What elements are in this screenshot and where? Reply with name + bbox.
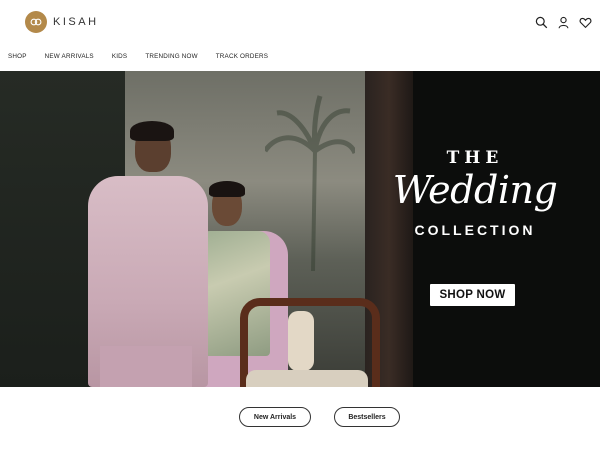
search-icon[interactable] bbox=[534, 15, 548, 29]
chair-splat bbox=[288, 311, 314, 371]
model-one-trousers bbox=[100, 346, 192, 387]
nav-item-trending-now[interactable]: TRENDING NOW bbox=[145, 50, 197, 64]
kisah-logo-icon bbox=[25, 11, 47, 33]
hero-headline-wedding: Wedding bbox=[392, 168, 558, 212]
nav-item-track-orders[interactable]: TRACK ORDERS bbox=[216, 50, 268, 64]
hero-headline-the: THE bbox=[446, 148, 504, 168]
shop-now-button[interactable]: SHOP NOW bbox=[430, 284, 515, 306]
nav-item-kids[interactable]: KIDS bbox=[112, 50, 128, 64]
chair-seat bbox=[246, 370, 368, 387]
model-one-hair bbox=[130, 121, 174, 141]
account-icon[interactable] bbox=[556, 15, 570, 29]
hero-headline: THE Wedding COLLECTION bbox=[355, 148, 595, 248]
wishlist-icon[interactable] bbox=[578, 15, 592, 29]
site-header: KISAH bbox=[0, 0, 600, 46]
tab-bestsellers[interactable]: Bestsellers bbox=[334, 407, 400, 427]
model-two-hair bbox=[209, 181, 245, 197]
tab-new-arrivals[interactable]: New Arrivals bbox=[239, 407, 311, 427]
hero-headline-collection: COLLECTION bbox=[414, 222, 536, 238]
main-nav: SHOP NEW ARRIVALS KIDS TRENDING NOW TRAC… bbox=[8, 50, 286, 64]
brand-name: KISAH bbox=[53, 16, 99, 28]
nav-item-new-arrivals[interactable]: NEW ARRIVALS bbox=[45, 50, 94, 64]
header-actions bbox=[534, 15, 592, 29]
nav-item-shop[interactable]: SHOP bbox=[8, 50, 27, 64]
brand-logo[interactable]: KISAH bbox=[25, 11, 99, 33]
